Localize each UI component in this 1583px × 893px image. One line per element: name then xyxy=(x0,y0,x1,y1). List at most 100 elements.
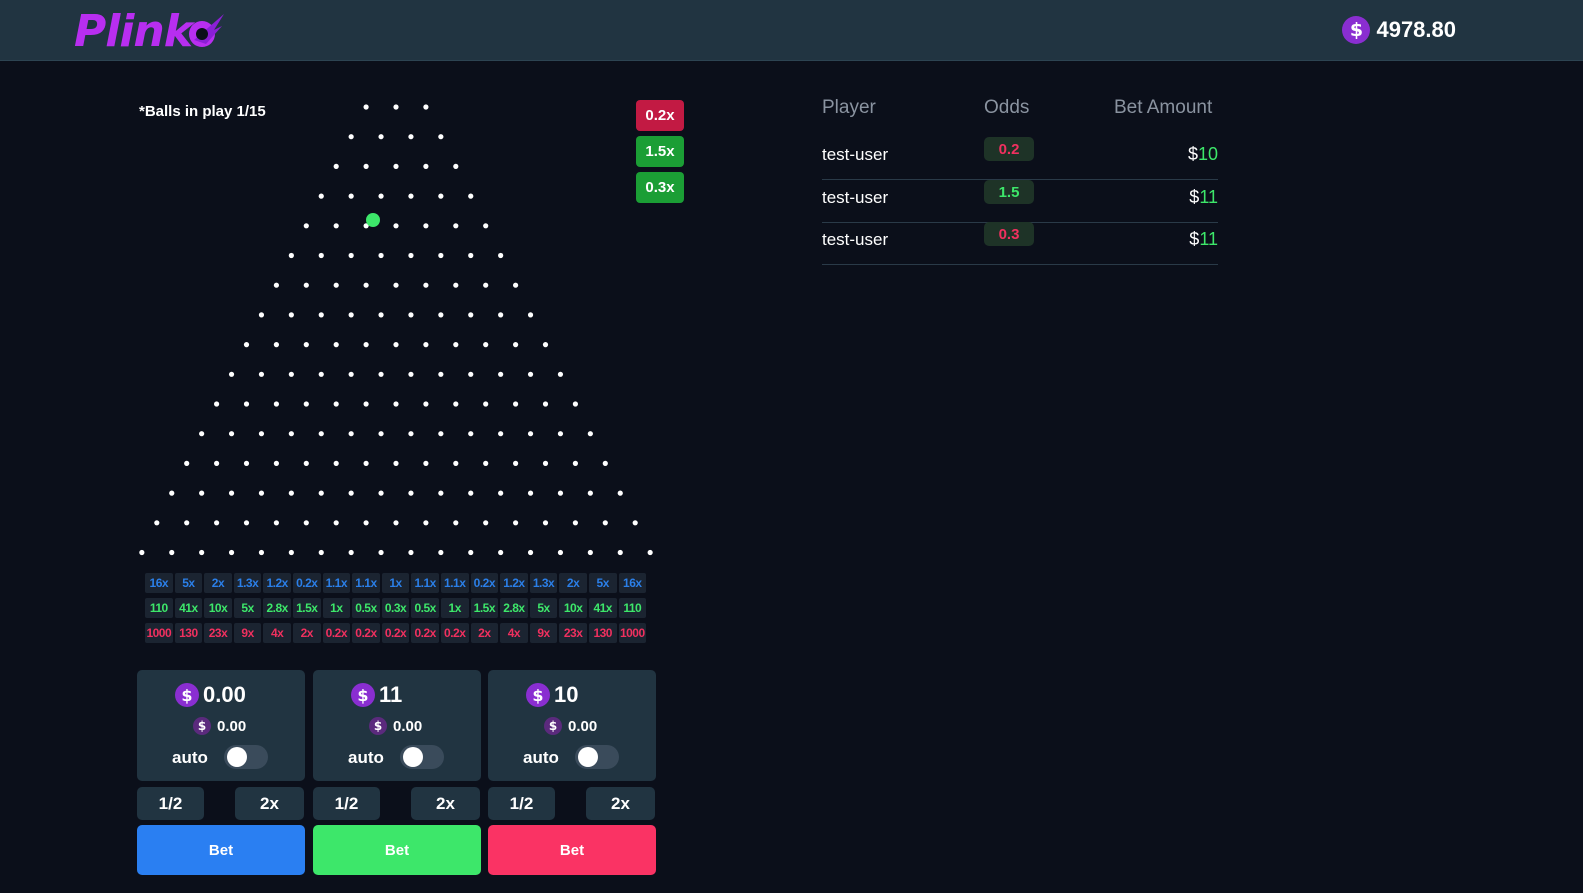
peg xyxy=(423,520,429,526)
bet-button-blue[interactable]: Bet xyxy=(137,825,305,875)
currency-symbol: $ xyxy=(1187,144,1198,164)
peg xyxy=(243,342,250,348)
peg xyxy=(498,312,504,318)
peg xyxy=(139,549,145,556)
table-row: test-user 1.5 $11 xyxy=(822,180,1218,223)
multiplier-slot: 1000 xyxy=(618,623,647,643)
auto-label: auto xyxy=(523,748,559,767)
peg xyxy=(288,371,294,377)
bet-button-red[interactable]: Bet xyxy=(488,825,656,875)
multiplier-slot: 0.2x xyxy=(381,623,410,643)
peg xyxy=(393,282,399,288)
peg xyxy=(393,460,399,466)
peg xyxy=(378,490,384,496)
peg xyxy=(453,520,459,526)
peg xyxy=(273,282,279,288)
peg xyxy=(408,134,414,140)
peg xyxy=(513,282,519,288)
bet-amount-display[interactable]: $ 10 xyxy=(526,682,578,708)
toggle-knob xyxy=(578,747,598,767)
multiplier-row-blue: 16x 5x 2x 1.3x 1.2x 0.2x 1.1x 1.1x 1x 1.1x 1.1x 0.2… xyxy=(145,573,647,593)
peg xyxy=(408,549,414,556)
peg xyxy=(438,371,444,377)
peg xyxy=(468,549,474,556)
peg xyxy=(542,460,549,466)
coin-icon: $ xyxy=(175,683,199,707)
peg xyxy=(228,549,235,556)
multiplier-slot: 1.3x xyxy=(233,573,262,593)
peg xyxy=(393,342,399,348)
player-name: test-user xyxy=(822,145,889,164)
peg xyxy=(408,431,414,437)
auto-toggle[interactable] xyxy=(224,745,268,769)
peg xyxy=(438,549,444,556)
currency-symbol: $ xyxy=(1189,229,1200,249)
recent-result-badge: 1.5x xyxy=(636,136,684,167)
peg xyxy=(318,193,324,199)
peg xyxy=(363,460,369,466)
multiplier-slot: 1.5x xyxy=(470,598,499,618)
multiplier-slot: 2x xyxy=(204,573,232,593)
peg xyxy=(527,431,534,437)
peg xyxy=(258,371,265,377)
peg xyxy=(199,549,205,556)
column-header-odds: Odds xyxy=(984,97,1030,118)
peg xyxy=(288,312,294,318)
peg xyxy=(154,520,160,526)
peg xyxy=(273,401,279,407)
multiplier-slot: 5x xyxy=(233,598,262,618)
multiplier-slot: 0.3x xyxy=(381,598,410,618)
multiplier-slot: 1.1x xyxy=(440,573,469,593)
peg xyxy=(378,371,384,377)
multiplier-slot: 1.5x xyxy=(292,598,321,618)
multiplier-slot: 23x xyxy=(204,623,232,643)
bet-panel-red: $ 10 $ 0.00 auto xyxy=(488,670,656,781)
peg xyxy=(378,252,384,259)
peg xyxy=(587,490,593,496)
half-bet-button[interactable]: 1/2 xyxy=(313,787,380,820)
peg xyxy=(393,163,399,169)
double-bet-button[interactable]: 2x xyxy=(586,787,655,820)
peg xyxy=(393,104,399,110)
bet-amount-display[interactable]: $ 11 xyxy=(351,682,402,708)
peg xyxy=(408,490,414,496)
peg xyxy=(557,371,564,377)
peg xyxy=(243,460,250,466)
peg xyxy=(303,520,309,526)
peg xyxy=(318,252,324,259)
double-bet-button[interactable]: 2x xyxy=(235,787,304,820)
peg xyxy=(288,490,294,496)
auto-toggle[interactable] xyxy=(400,745,444,769)
peg xyxy=(363,282,369,288)
peg xyxy=(318,431,324,437)
peg xyxy=(498,431,504,437)
bet-button-green[interactable]: Bet xyxy=(313,825,481,875)
multiplier-slot: 130 xyxy=(588,623,617,643)
coin-icon: $ xyxy=(1342,16,1371,44)
half-bet-button[interactable]: 1/2 xyxy=(488,787,555,820)
peg xyxy=(542,401,549,407)
peg xyxy=(572,460,579,466)
multiplier-slot: 1x xyxy=(322,598,351,618)
peg xyxy=(557,490,564,496)
double-bet-button[interactable]: 2x xyxy=(411,787,480,820)
multiplier-slot: 1.1x xyxy=(411,573,439,593)
peg xyxy=(258,549,265,556)
peg xyxy=(333,282,339,288)
peg xyxy=(348,193,354,199)
peg xyxy=(378,134,384,140)
peg xyxy=(199,490,205,496)
bet-amount-display[interactable]: $ 0.00 xyxy=(175,682,246,708)
recent-result-badge: 0.3x xyxy=(636,172,684,203)
peg xyxy=(557,549,564,556)
peg xyxy=(602,520,608,526)
multiplier-slot: 1.2x xyxy=(263,573,291,593)
peg xyxy=(423,460,429,466)
peg xyxy=(199,431,205,437)
half-bet-button[interactable]: 1/2 xyxy=(137,787,204,820)
peg xyxy=(513,342,519,348)
auto-toggle[interactable] xyxy=(575,745,619,769)
peg xyxy=(378,549,384,556)
peg xyxy=(423,342,429,348)
peg xyxy=(363,163,369,169)
